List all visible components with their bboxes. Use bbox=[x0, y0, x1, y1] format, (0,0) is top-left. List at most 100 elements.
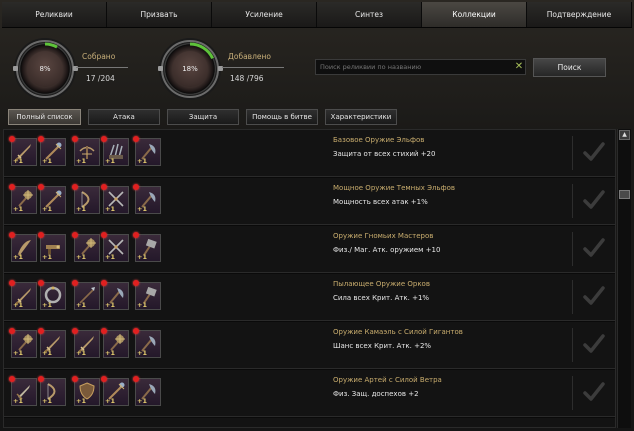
main-tabs: Реликвии Призвать Усиление Синтез Коллекции П… bbox=[2, 2, 632, 28]
scrollbar[interactable]: ▲ bbox=[617, 129, 631, 428]
enchant-badge: +1 bbox=[13, 397, 23, 405]
notification-dot-icon bbox=[101, 328, 107, 334]
sword-weapon-slot[interactable]: +1 bbox=[38, 328, 66, 358]
divider bbox=[572, 232, 573, 266]
enchant-badge: +1 bbox=[137, 397, 147, 405]
blade-weapon-slot[interactable]: +1 bbox=[9, 232, 37, 262]
tab-1[interactable]: Призвать bbox=[107, 2, 212, 27]
search-button[interactable]: Поиск bbox=[533, 58, 606, 77]
collection-row[interactable]: +1 +1 +1 +1 +1 Пылающее Оружие Орков Сила всех… bbox=[4, 274, 615, 322]
notification-dot-icon bbox=[101, 136, 107, 142]
shield-weapon-slot[interactable]: +1 bbox=[72, 376, 100, 406]
tab-2[interactable]: Усиление bbox=[212, 2, 317, 27]
collection-effect: Мощность всех атак +1% bbox=[333, 198, 428, 206]
enchant-badge: +1 bbox=[42, 397, 52, 405]
collection-row[interactable]: +1 +1 +1 +1 +1 Оружие Артей с Силой Ветра Физ.… bbox=[4, 370, 615, 418]
checkmark-icon[interactable] bbox=[580, 282, 608, 310]
search-input[interactable] bbox=[315, 59, 526, 75]
notification-dot-icon bbox=[133, 376, 139, 382]
added-label: Добавлено bbox=[228, 52, 271, 61]
enchant-badge: +1 bbox=[105, 397, 115, 405]
enchant-badge: +1 bbox=[42, 157, 52, 165]
enchant-badge: +1 bbox=[105, 301, 115, 309]
collection-row[interactable]: +1 +1 +1 +1 +1 Базовое Оружие Эльфов Защита от… bbox=[4, 130, 615, 178]
enchant-badge: +1 bbox=[76, 349, 86, 357]
axe-weapon-slot[interactable]: +1 bbox=[133, 136, 161, 166]
sword-weapon-slot[interactable]: +1 bbox=[72, 328, 100, 358]
staff-weapon-slot[interactable]: +1 bbox=[101, 376, 129, 406]
collection-row[interactable]: +1 +1 +1 +1 +1 Оружие Гномьих Мастеров Физ./ М… bbox=[4, 226, 615, 274]
staff-weapon-slot[interactable]: +1 bbox=[38, 184, 66, 214]
axe-weapon-slot[interactable]: +1 bbox=[101, 280, 129, 310]
sword-weapon-slot[interactable]: +1 bbox=[9, 136, 37, 166]
collection-title: Базовое Оружие Эльфов bbox=[333, 136, 425, 144]
notification-dot-icon bbox=[38, 136, 44, 142]
collection-row[interactable]: +1 +1 +1 +1 +1 Мощное Оружие Темных Эльфов Мощ… bbox=[4, 178, 615, 226]
checkmark-icon[interactable] bbox=[580, 378, 608, 406]
collection-title: Пылающее Оружие Орков bbox=[333, 280, 430, 288]
crossed-weapon-slot[interactable]: +1 bbox=[101, 232, 129, 262]
notification-dot-icon bbox=[72, 184, 78, 190]
enchant-badge: +1 bbox=[76, 253, 86, 261]
mace-weapon-slot[interactable]: +1 bbox=[72, 232, 100, 262]
collection-effect: Защита от всех стихий +20 bbox=[333, 150, 436, 158]
filter-tab-1[interactable]: Атака bbox=[88, 109, 160, 125]
sword-weapon-slot[interactable]: +1 bbox=[9, 280, 37, 310]
clear-search-icon[interactable]: ✕ bbox=[512, 59, 526, 75]
filter-tab-0[interactable]: Полный список bbox=[8, 109, 81, 125]
mace-weapon-slot[interactable]: +1 bbox=[9, 328, 37, 358]
divider bbox=[572, 328, 573, 362]
collection-title: Оружие Камаэль с Силой Гигантов bbox=[333, 328, 463, 336]
notification-dot-icon bbox=[38, 184, 44, 190]
gun-weapon-slot[interactable]: +1 bbox=[38, 232, 66, 262]
axe-weapon-slot[interactable]: +1 bbox=[133, 328, 161, 358]
notification-dot-icon bbox=[133, 280, 139, 286]
notification-dot-icon bbox=[72, 232, 78, 238]
notification-dot-icon bbox=[101, 280, 107, 286]
ring-weapon-slot[interactable]: +1 bbox=[38, 280, 66, 310]
notification-dot-icon bbox=[101, 184, 107, 190]
enchant-badge: +1 bbox=[105, 205, 115, 213]
checkmark-icon[interactable] bbox=[580, 186, 608, 214]
tab-0[interactable]: Реликвии bbox=[2, 2, 107, 27]
tab-5[interactable]: Подтверждение bbox=[527, 2, 632, 27]
spear-weapon-slot[interactable]: +1 bbox=[72, 280, 100, 310]
checkmark-icon[interactable] bbox=[580, 330, 608, 358]
crossbow-weapon-slot[interactable]: +1 bbox=[72, 136, 100, 166]
enchant-badge: +1 bbox=[76, 397, 86, 405]
claw-weapon-slot[interactable]: +1 bbox=[101, 136, 129, 166]
enchant-badge: +1 bbox=[76, 157, 86, 165]
scroll-thumb[interactable] bbox=[619, 190, 630, 199]
tab-4[interactable]: Коллекции bbox=[422, 2, 527, 27]
enchant-badge: +1 bbox=[137, 205, 147, 213]
filter-tab-3[interactable]: Помощь в битве bbox=[246, 109, 318, 125]
mace-weapon-slot[interactable]: +1 bbox=[9, 184, 37, 214]
hammer-weapon-slot[interactable]: +1 bbox=[133, 232, 161, 262]
notification-dot-icon bbox=[133, 184, 139, 190]
mace-weapon-slot[interactable]: +1 bbox=[101, 328, 129, 358]
notification-dot-icon bbox=[72, 136, 78, 142]
axe-weapon-slot[interactable]: +1 bbox=[133, 184, 161, 214]
filter-tab-4[interactable]: Характеристики bbox=[325, 109, 397, 125]
bow-weapon-slot[interactable]: +1 bbox=[72, 184, 100, 214]
divider bbox=[572, 376, 573, 410]
hammer-weapon-slot[interactable]: +1 bbox=[133, 280, 161, 310]
crossed-weapon-slot[interactable]: +1 bbox=[101, 184, 129, 214]
enchant-badge: +1 bbox=[105, 157, 115, 165]
staff-weapon-slot[interactable]: +1 bbox=[38, 136, 66, 166]
notification-dot-icon bbox=[9, 184, 15, 190]
filter-tab-2[interactable]: Защита bbox=[167, 109, 239, 125]
collection-row[interactable]: +1 +1 +1 +1 +1 Оружие Камаэль с Силой Гиганто… bbox=[4, 322, 615, 370]
notification-dot-icon bbox=[38, 280, 44, 286]
notification-dot-icon bbox=[9, 280, 15, 286]
tab-3[interactable]: Синтез bbox=[317, 2, 422, 27]
dagger-weapon-slot[interactable]: +1 bbox=[9, 376, 37, 406]
checkmark-icon[interactable] bbox=[580, 234, 608, 262]
scroll-up-icon[interactable]: ▲ bbox=[619, 130, 630, 140]
enchant-badge: +1 bbox=[76, 205, 86, 213]
notification-dot-icon bbox=[38, 376, 44, 382]
bow-weapon-slot[interactable]: +1 bbox=[38, 376, 66, 406]
axe-weapon-slot[interactable]: +1 bbox=[133, 376, 161, 406]
enchant-badge: +1 bbox=[13, 253, 23, 261]
checkmark-icon[interactable] bbox=[580, 138, 608, 166]
